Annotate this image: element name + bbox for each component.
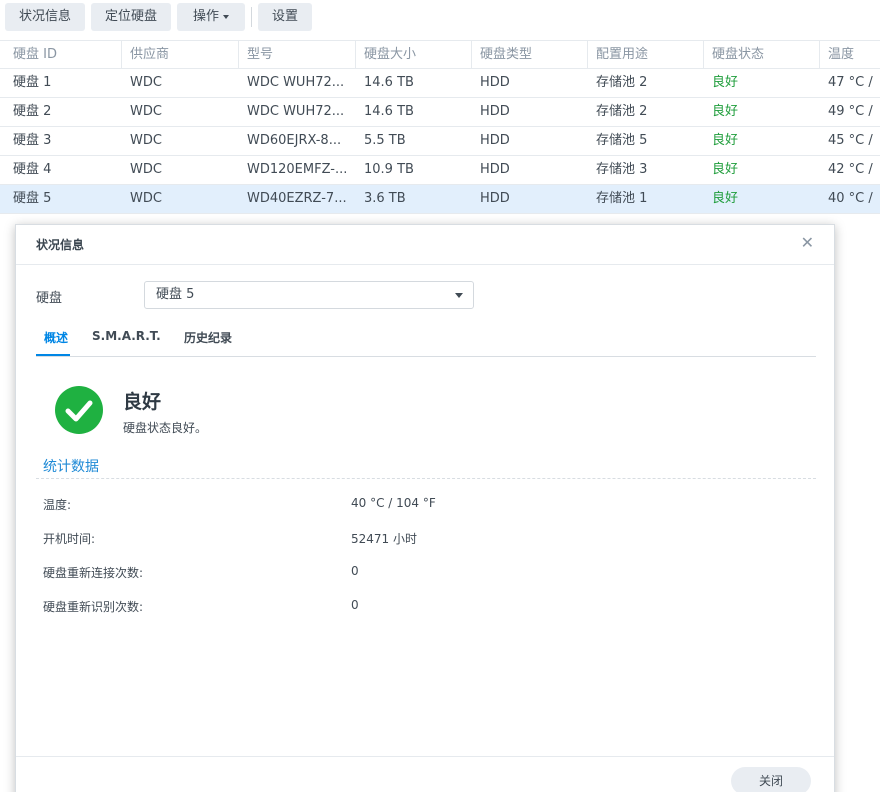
stat-value-reidentify-count: 0 — [351, 598, 359, 612]
cell-usage: 存储池 2 — [596, 104, 648, 119]
action-menu-label: 操作 — [192, 9, 219, 24]
cell-type: HDD — [480, 133, 510, 148]
table-row[interactable]: 硬盘 1 WDC WDC WUH72... 14.6 TB HDD 存储池 2 … — [0, 69, 880, 98]
cell-temperature: 47 °C / — [828, 75, 873, 90]
stat-value-power-on-hours: 52471 小时 — [351, 532, 417, 546]
column-divider[interactable] — [471, 41, 472, 69]
cell-usage: 存储池 1 — [596, 191, 648, 206]
cell-type: HDD — [480, 162, 510, 177]
disk-selector-label: 硬盘 — [36, 291, 63, 306]
cell-model: WDC WUH72... — [247, 104, 345, 119]
column-divider[interactable] — [819, 41, 820, 69]
section-title-statistics: 统计数据 — [43, 459, 99, 475]
cell-status: 良好 — [712, 104, 739, 119]
cell-vendor: WDC — [130, 133, 162, 148]
disk-selector-value: 硬盘 5 — [156, 287, 195, 302]
cell-temperature: 40 °C / — [828, 191, 873, 206]
cell-disk-id: 硬盘 4 — [13, 162, 52, 177]
status-title: 良好 — [123, 391, 162, 413]
stat-value-temperature: 40 °C / 104 °F — [351, 496, 436, 510]
cell-disk-id: 硬盘 1 — [13, 75, 52, 90]
toolbar-divider — [251, 7, 252, 27]
table-row[interactable]: 硬盘 2 WDC WDC WUH72... 14.6 TB HDD 存储池 2 … — [0, 98, 880, 127]
status-info-button[interactable]: 状况信息 — [5, 3, 85, 31]
header-status[interactable]: 硬盘状态 — [712, 41, 812, 69]
header-model[interactable]: 型号 — [247, 41, 347, 69]
column-divider[interactable] — [703, 41, 704, 69]
header-type[interactable]: 硬盘类型 — [480, 41, 580, 69]
cell-status: 良好 — [712, 133, 739, 148]
header-vendor[interactable]: 供应商 — [130, 41, 230, 69]
header-usage[interactable]: 配置用途 — [596, 41, 696, 69]
active-tab-indicator — [36, 354, 70, 356]
column-divider[interactable] — [238, 41, 239, 69]
cell-temperature: 42 °C / — [828, 162, 873, 177]
stat-label-temperature: 温度: — [43, 498, 72, 512]
status-info-dialog: 状况信息 ✕ 硬盘 硬盘 5 概述 S.M.A.R.T. 历史纪录 良好 硬盘状… — [15, 224, 835, 792]
cell-type: HDD — [480, 191, 510, 206]
disk-table: 硬盘 ID 供应商 型号 硬盘大小 硬盘类型 配置用途 硬盘状态 温度 硬盘 1… — [0, 40, 880, 214]
chevron-down-icon — [223, 14, 229, 19]
cell-usage: 存储池 5 — [596, 133, 648, 148]
table-header: 硬盘 ID 供应商 型号 硬盘大小 硬盘类型 配置用途 硬盘状态 温度 — [0, 40, 880, 69]
cell-disk-id: 硬盘 2 — [13, 104, 52, 119]
table-row[interactable]: 硬盘 3 WDC WD60EJRX-8... 5.5 TB HDD 存储池 5 … — [0, 127, 880, 156]
column-divider[interactable] — [587, 41, 588, 69]
cell-type: HDD — [480, 75, 510, 90]
cell-usage: 存储池 2 — [596, 75, 648, 90]
cell-model: WD120EMFZ-... — [247, 162, 348, 177]
cell-vendor: WDC — [130, 162, 162, 177]
cell-size: 3.6 TB — [364, 191, 406, 206]
cell-size: 10.9 TB — [364, 162, 414, 177]
stat-value-reconnect-count: 0 — [351, 564, 359, 578]
cell-usage: 存储池 3 — [596, 162, 648, 177]
settings-button[interactable]: 设置 — [258, 3, 312, 31]
cell-status: 良好 — [712, 162, 739, 177]
cell-status: 良好 — [712, 75, 739, 90]
cell-vendor: WDC — [130, 104, 162, 119]
tab-smart[interactable]: S.M.A.R.T. — [92, 329, 161, 343]
check-circle-icon — [55, 386, 103, 434]
section-divider — [36, 478, 816, 479]
cell-model: WD60EJRX-8... — [247, 133, 342, 148]
cell-disk-id: 硬盘 3 — [13, 133, 52, 148]
status-description: 硬盘状态良好。 — [123, 421, 208, 435]
chevron-down-icon — [455, 293, 463, 298]
column-divider[interactable] — [121, 41, 122, 69]
dialog-footer-divider — [16, 756, 834, 757]
cell-vendor: WDC — [130, 75, 162, 90]
action-menu-button[interactable]: 操作 — [177, 3, 245, 31]
cell-size: 14.6 TB — [364, 104, 414, 119]
toolbar: 状况信息 定位硬盘 操作 设置 — [0, 0, 880, 36]
cell-status: 良好 — [712, 191, 739, 206]
cell-temperature: 49 °C / — [828, 104, 873, 119]
close-button[interactable]: 关闭 — [731, 767, 811, 792]
tab-overview[interactable]: 概述 — [44, 329, 68, 346]
stat-label-reidentify-count: 硬盘重新识别次数: — [43, 600, 144, 614]
cell-vendor: WDC — [130, 191, 162, 206]
stat-label-reconnect-count: 硬盘重新连接次数: — [43, 566, 144, 580]
dialog-title: 状况信息 — [36, 238, 85, 252]
cell-type: HDD — [480, 104, 510, 119]
stat-label-power-on-hours: 开机时间: — [43, 532, 96, 546]
cell-size: 14.6 TB — [364, 75, 414, 90]
cell-model: WDC WUH72... — [247, 75, 345, 90]
header-size[interactable]: 硬盘大小 — [364, 41, 464, 69]
close-icon[interactable]: ✕ — [801, 233, 814, 252]
table-row-selected[interactable]: 硬盘 5 WDC WD40EZRZ-7... 3.6 TB HDD 存储池 1 … — [0, 185, 880, 214]
locate-disk-button[interactable]: 定位硬盘 — [91, 3, 171, 31]
cell-model: WD40EZRZ-7... — [247, 191, 347, 206]
disk-selector[interactable]: 硬盘 5 — [144, 281, 474, 309]
table-row[interactable]: 硬盘 4 WDC WD120EMFZ-... 10.9 TB HDD 存储池 3… — [0, 156, 880, 185]
header-temperature[interactable]: 温度 — [828, 41, 880, 69]
dialog-divider — [16, 264, 834, 265]
dialog-tabs: 概述 S.M.A.R.T. 历史纪录 — [36, 323, 816, 357]
header-disk-id[interactable]: 硬盘 ID — [13, 41, 113, 69]
cell-disk-id: 硬盘 5 — [13, 191, 52, 206]
column-divider[interactable] — [355, 41, 356, 69]
tab-history[interactable]: 历史纪录 — [184, 329, 232, 346]
cell-size: 5.5 TB — [364, 133, 406, 148]
cell-temperature: 45 °C / — [828, 133, 873, 148]
